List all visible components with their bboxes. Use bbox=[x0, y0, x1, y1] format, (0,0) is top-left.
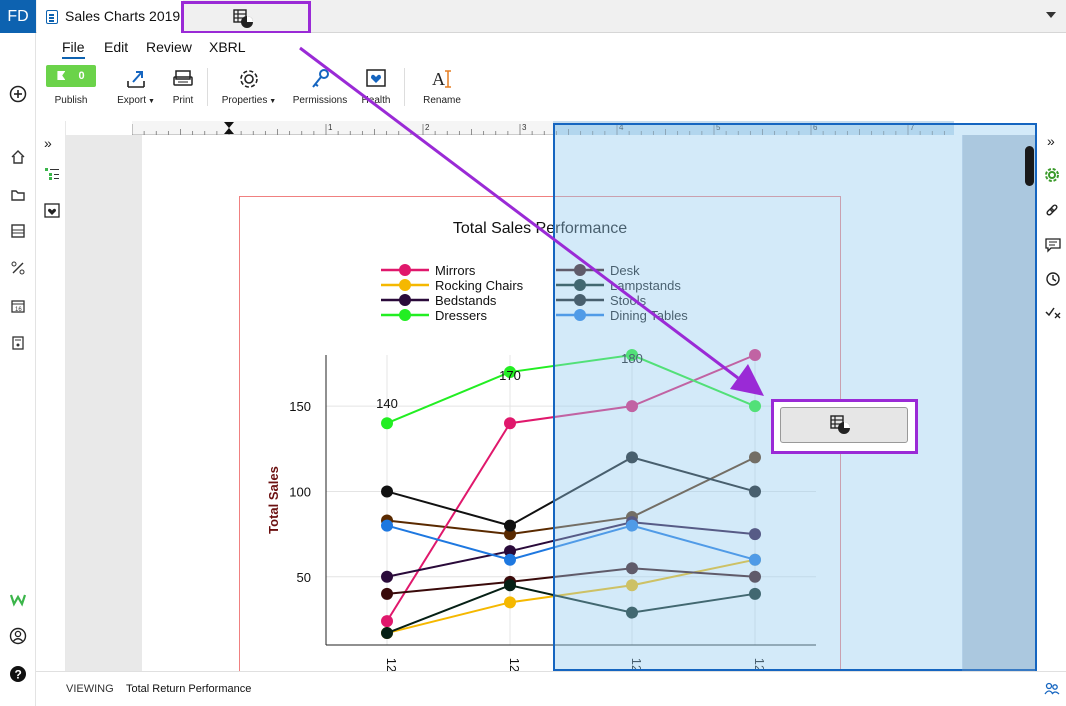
link-icon[interactable] bbox=[1045, 203, 1059, 222]
legend-marker bbox=[399, 264, 411, 276]
comment-icon[interactable] bbox=[1045, 237, 1061, 258]
series-point bbox=[504, 417, 516, 430]
legend-marker bbox=[399, 294, 411, 306]
table-chart-icon bbox=[830, 415, 850, 434]
collapse-right-icon[interactable]: » bbox=[1047, 133, 1055, 149]
y-axis-label: Total Sales bbox=[266, 466, 281, 534]
series-point bbox=[381, 587, 393, 600]
series-point bbox=[381, 627, 393, 640]
y-tick-label: 100 bbox=[289, 484, 311, 499]
y-tick-label: 50 bbox=[297, 570, 311, 585]
status-bar: VIEWING Total Return Performance bbox=[36, 671, 1066, 706]
check-icon[interactable] bbox=[1045, 305, 1061, 324]
chart-type-button[interactable] bbox=[780, 407, 908, 443]
history-icon[interactable] bbox=[1045, 271, 1061, 292]
series-point bbox=[381, 417, 393, 430]
series-point bbox=[381, 519, 393, 532]
data-label: 140 bbox=[376, 396, 398, 411]
legend-label: Bedstands bbox=[435, 293, 497, 308]
collaborators-icon[interactable] bbox=[1044, 682, 1060, 701]
legend-marker bbox=[399, 279, 411, 291]
legend-label: Dressers bbox=[435, 308, 488, 323]
series-point bbox=[381, 485, 393, 498]
legend-label: Rocking Chairs bbox=[435, 278, 524, 293]
series-point bbox=[381, 615, 393, 628]
selection-margin bbox=[962, 135, 1035, 671]
legend-label: Mirrors bbox=[435, 263, 476, 278]
series-point bbox=[504, 553, 516, 566]
series-point bbox=[504, 579, 516, 592]
data-label: 170 bbox=[499, 368, 521, 383]
series-point bbox=[504, 596, 516, 609]
status-mode: VIEWING bbox=[66, 683, 114, 695]
status-section: Total Return Performance bbox=[126, 683, 252, 695]
series-point bbox=[381, 570, 393, 583]
y-tick-label: 150 bbox=[289, 399, 311, 414]
legend-marker bbox=[399, 309, 411, 321]
right-rail: » bbox=[1037, 121, 1066, 671]
series-point bbox=[504, 519, 516, 532]
gear-icon[interactable] bbox=[1044, 167, 1060, 188]
vertical-scrollbar[interactable] bbox=[1025, 146, 1034, 186]
